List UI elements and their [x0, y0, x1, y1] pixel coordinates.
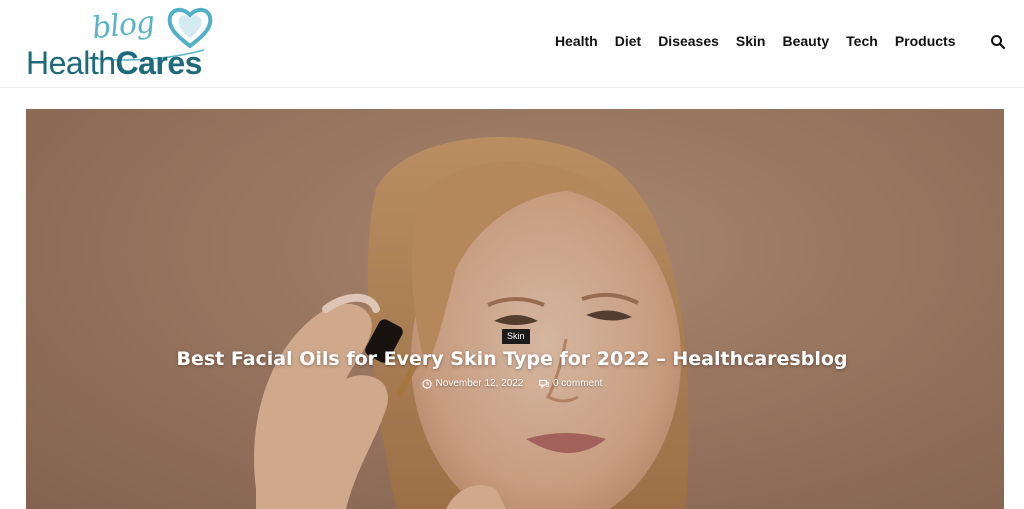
- logo-word-cares: Cares: [115, 45, 203, 81]
- post-date-text: November 12, 2022: [435, 378, 524, 389]
- nav-item-beauty[interactable]: Beauty: [774, 31, 838, 51]
- logo-script-text: blog: [90, 4, 156, 47]
- hero-overlay: [26, 109, 1004, 509]
- logo-word-health: Health: [26, 45, 116, 81]
- nav-item-tech[interactable]: Tech: [838, 31, 887, 51]
- clock-icon: [421, 379, 432, 389]
- search-icon[interactable]: [990, 34, 1006, 50]
- post-meta: November 12, 2022 0 comment: [0, 377, 1024, 394]
- nav-item-skin[interactable]: Skin: [727, 31, 774, 51]
- post-title[interactable]: Best Facial Oils for Every Skin Type for…: [0, 346, 1024, 372]
- comment-icon: [539, 379, 549, 389]
- logo-wordmark: HealthCares: [26, 46, 202, 80]
- post-comments[interactable]: 0 comment: [539, 377, 602, 391]
- nav-item-diet[interactable]: Diet: [606, 31, 649, 51]
- nav-item-health[interactable]: Health: [546, 31, 606, 51]
- main-nav: Health Diet Diseases Skin Beauty Tech Pr…: [546, 31, 964, 51]
- category-badge[interactable]: Skin: [502, 329, 530, 344]
- hero-featured-post[interactable]: [26, 109, 1004, 509]
- site-header: blog HealthCares Health Diet Diseases Sk…: [0, 0, 1024, 88]
- nav-item-products[interactable]: Products: [886, 31, 964, 51]
- post-date: November 12, 2022: [421, 377, 524, 391]
- post-comments-text: 0 comment: [552, 378, 603, 389]
- nav-item-diseases[interactable]: Diseases: [650, 31, 728, 51]
- site-logo[interactable]: blog HealthCares: [26, 2, 216, 84]
